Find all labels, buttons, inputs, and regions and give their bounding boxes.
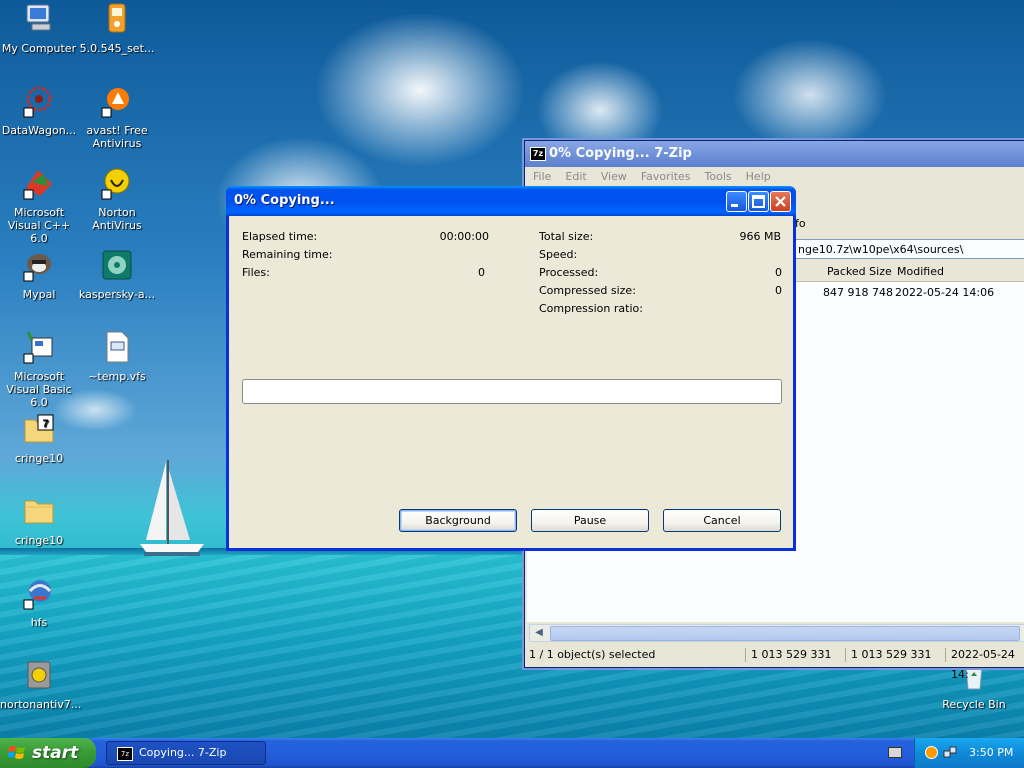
- pause-button[interactable]: Pause: [531, 509, 649, 532]
- desktop-icon-temp-vfs[interactable]: ~temp.vfs: [78, 330, 156, 383]
- row-modified[interactable]: 2022-05-24 14:06: [895, 286, 994, 299]
- status-size: 1 013 529 331: [751, 648, 832, 661]
- copy-progress-dialog[interactable]: 0% Copying... Elapsed time: 00:00:00 Rem…: [226, 186, 796, 551]
- speed-label: Speed:: [539, 248, 578, 261]
- column-modified[interactable]: Modified: [897, 265, 944, 278]
- avast-tray-icon[interactable]: [925, 746, 938, 759]
- files-label: Files:: [242, 266, 270, 279]
- visual-basic-icon: [23, 331, 53, 364]
- compression-ratio-label: Compression ratio:: [539, 302, 643, 315]
- menu-favorites[interactable]: Favorites: [641, 170, 691, 183]
- address-bar[interactable]: nge10.7z\w10pe\x64\sources\: [795, 239, 1024, 259]
- hfs-icon: [23, 580, 52, 610]
- desktop-icon-norton[interactable]: Norton AntiVirus: [78, 166, 156, 232]
- close-icon: [775, 196, 786, 207]
- desktop-icon-visual-cpp[interactable]: Microsoft Visual C++ 6.0: [0, 166, 78, 245]
- desktop-icon-cringe10-folder[interactable]: cringe10: [0, 494, 78, 547]
- menu-view[interactable]: View: [601, 170, 627, 183]
- menu-bar: File Edit View Favorites Tools Help: [525, 167, 1024, 187]
- desktop-icon-datawagon[interactable]: DataWagon...: [0, 84, 78, 137]
- folder-icon: [24, 500, 54, 524]
- desktop-icon-installer[interactable]: 5.0.545_set...: [78, 2, 156, 55]
- status-modified: 2022-05-24 14:: [951, 648, 1015, 681]
- desktop-icon-cringe10-archive[interactable]: 7 cringe10: [0, 412, 78, 465]
- scroll-left-arrow-icon[interactable]: ◀: [532, 626, 546, 639]
- 7zip-window-titlebar[interactable]: 7z 0% Copying... 7-Zip: [525, 141, 1024, 167]
- 7zip-folder-icon: 7: [24, 414, 54, 443]
- 7zip-window-title: 0% Copying... 7-Zip: [549, 146, 692, 161]
- column-packed-size[interactable]: Packed Size: [827, 265, 892, 278]
- my-computer-icon: [26, 4, 51, 31]
- processed-value: 0: [775, 266, 782, 279]
- remaining-time-label: Remaining time:: [242, 248, 333, 261]
- menu-tools[interactable]: Tools: [705, 170, 732, 183]
- menu-edit[interactable]: Edit: [565, 170, 586, 183]
- 7zip-app-icon: 7z: [530, 147, 546, 161]
- files-value: 0: [478, 266, 485, 279]
- toolbar-info-button[interactable]: fo: [795, 217, 806, 230]
- minimize-icon: [731, 204, 738, 207]
- desktop-icon-mypal[interactable]: Mypal: [0, 248, 78, 301]
- desktop-icon-hfs[interactable]: hfs: [0, 576, 78, 629]
- maximize-button[interactable]: [748, 191, 769, 212]
- desktop-icon-kaspersky[interactable]: kaspersky-a...: [78, 248, 156, 301]
- scrollbar-thumb[interactable]: [550, 626, 1020, 641]
- status-bar: 1 / 1 object(s) selected 1 013 529 331 1…: [527, 645, 1024, 681]
- keyboard-layout-icon[interactable]: [888, 747, 902, 758]
- close-button[interactable]: [770, 191, 791, 212]
- network-tray-icon[interactable]: [943, 745, 957, 759]
- maximize-icon: [752, 195, 765, 208]
- status-packed-size: 1 013 529 331: [851, 648, 932, 661]
- status-selection: 1 / 1 object(s) selected: [529, 648, 656, 661]
- horizontal-scrollbar[interactable]: ◀: [529, 624, 1024, 642]
- clock[interactable]: 3:50 PM: [969, 746, 1013, 759]
- 7zip-task-icon: 7z: [117, 747, 133, 761]
- desktop-icon-my-computer[interactable]: My Computer: [0, 2, 78, 55]
- compressed-size-value: 0: [775, 284, 782, 297]
- background-button[interactable]: Background: [399, 509, 517, 532]
- cancel-button[interactable]: Cancel: [663, 509, 781, 532]
- taskbar-item-label: Copying... 7-Zip: [139, 746, 227, 759]
- desktop-icon-norton-installer[interactable]: nortonantiv7...: [0, 658, 81, 711]
- windows-flag-icon: [8, 746, 25, 759]
- desktop-icon-avast[interactable]: avast! Free Antivirus: [78, 84, 156, 150]
- taskbar-item-7zip[interactable]: 7z Copying... 7-Zip: [106, 741, 266, 765]
- norton-icon: [101, 168, 130, 200]
- desktop-icon-visual-basic[interactable]: Microsoft Visual Basic 6.0: [0, 330, 78, 409]
- installer-icon: [108, 3, 126, 33]
- svg-text:7: 7: [42, 418, 48, 430]
- total-size-value: 966 MB: [739, 230, 781, 243]
- menu-file[interactable]: File: [533, 170, 551, 183]
- mypal-icon: [23, 254, 51, 282]
- total-size-label: Total size:: [539, 230, 594, 243]
- start-button[interactable]: start: [0, 738, 96, 768]
- dialog-titlebar[interactable]: 0% Copying...: [226, 186, 796, 216]
- copy-progress-bar: [242, 379, 782, 404]
- taskbar: start 7z Copying... 7-Zip 3:50 PM: [0, 738, 1024, 768]
- norton-installer-icon: [27, 661, 51, 689]
- datawagon-icon: [23, 86, 52, 118]
- minimize-button[interactable]: [726, 191, 747, 212]
- menu-help[interactable]: Help: [746, 170, 771, 183]
- visual-cpp-icon: [23, 170, 52, 200]
- elapsed-time-value: 00:00:00: [439, 230, 489, 243]
- document-icon: [106, 331, 129, 363]
- avast-icon: [101, 88, 129, 118]
- kaspersky-icon: [102, 250, 132, 280]
- elapsed-time-label: Elapsed time:: [242, 230, 318, 243]
- compressed-size-label: Compressed size:: [539, 284, 636, 297]
- dialog-title: 0% Copying...: [234, 193, 335, 208]
- sailboat-wallpaper: [140, 460, 204, 556]
- row-packed-size[interactable]: 847 918 748: [823, 286, 893, 299]
- start-label: start: [32, 743, 79, 763]
- system-tray: 3:50 PM: [914, 738, 1024, 768]
- processed-label: Processed:: [539, 266, 599, 279]
